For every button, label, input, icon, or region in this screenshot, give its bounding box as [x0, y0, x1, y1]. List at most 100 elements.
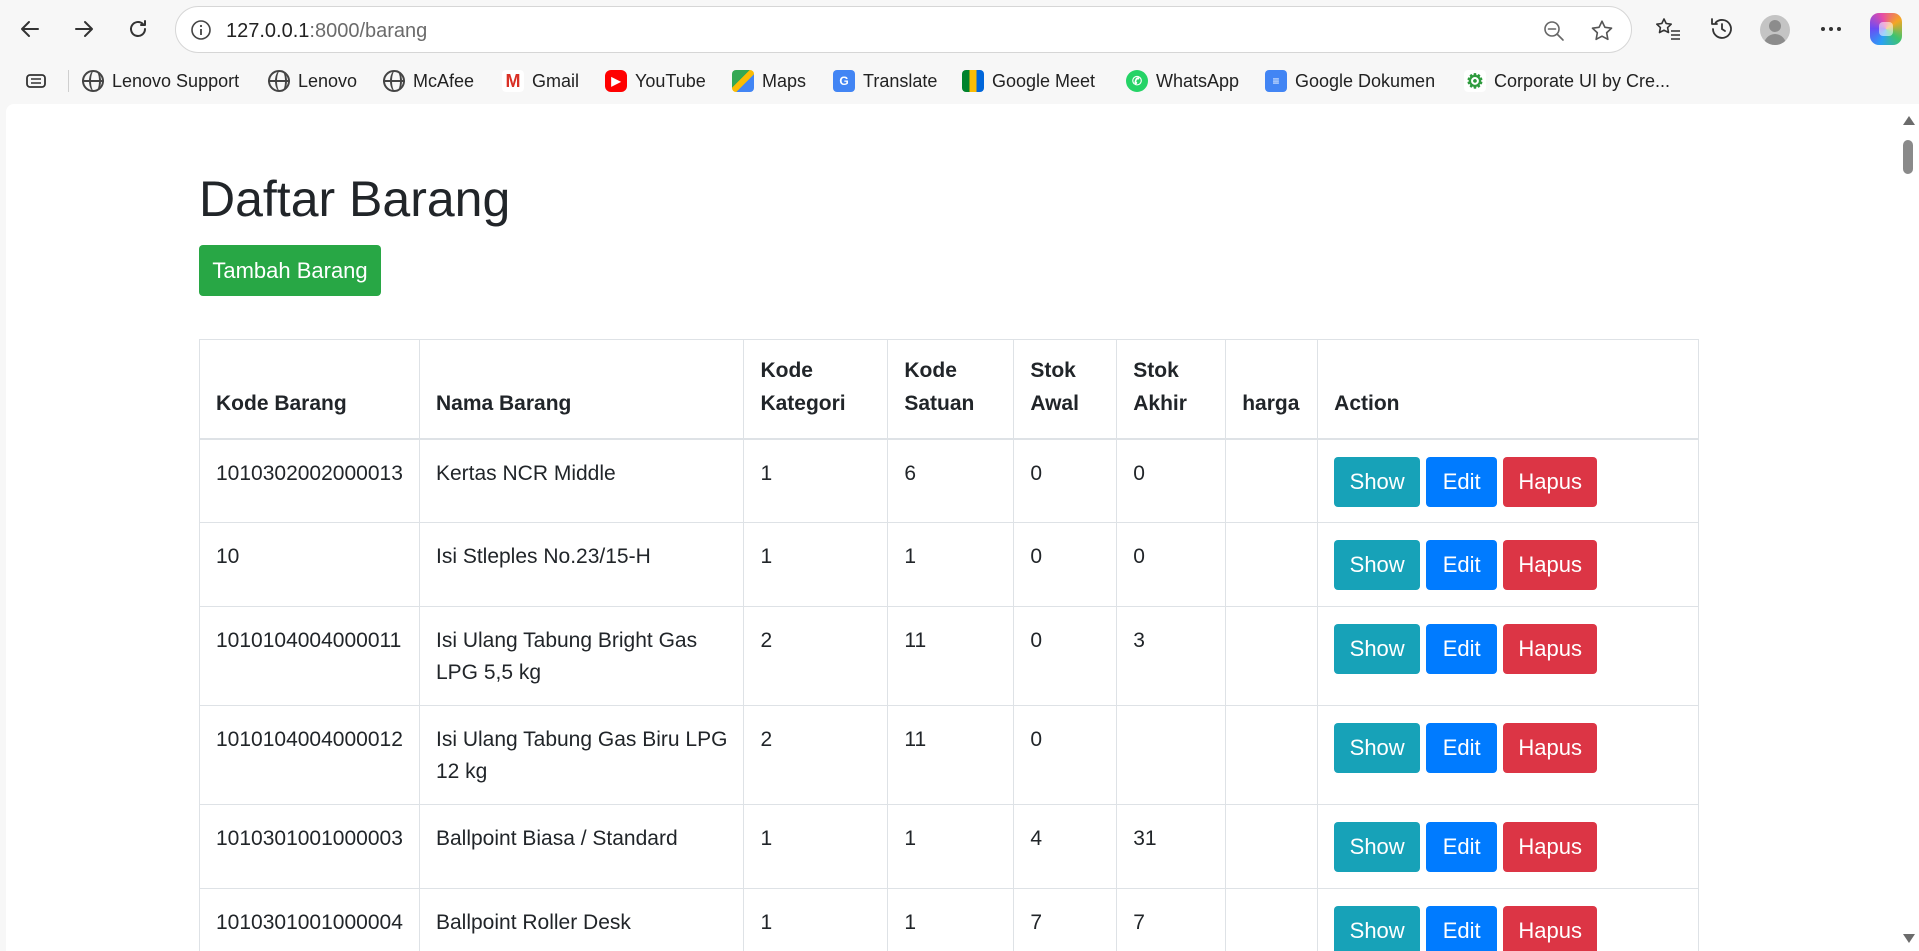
bookmark-label: Corporate UI by Cre... [1494, 70, 1671, 91]
address-bar[interactable]: 127.0.0.1:8000/barang [175, 6, 1632, 53]
cell-kode-satuan: 11 [887, 606, 1015, 706]
bookmark-item[interactable]: Lenovo [268, 68, 357, 94]
tab-actions-button[interactable] [24, 68, 48, 94]
more-menu-button[interactable] [1816, 14, 1846, 44]
cell-nama-barang: Isi Ulang Tabung Bright Gas LPG 5,5 kg [418, 606, 745, 706]
cell-stok-awal: 0 [1013, 606, 1118, 706]
info-icon[interactable] [190, 19, 212, 41]
show-button[interactable]: Show [1334, 723, 1421, 773]
table-row: 1010301001000004 Ballpoint Roller Desk 1 1 7… [199, 888, 1699, 951]
row-actions: Show Edit Hapus [1334, 822, 1682, 872]
browser-toolbar: 127.0.0.1:8000/barang [0, 0, 1919, 60]
bookmark-item[interactable]: ✆ WhatsApp [1126, 68, 1239, 94]
edit-button[interactable]: Edit [1426, 540, 1498, 590]
gear-icon: ⚙ [1464, 70, 1486, 93]
row-actions: Show Edit Hapus [1334, 723, 1682, 773]
edit-button[interactable]: Edit [1426, 906, 1498, 951]
row-actions: Show Edit Hapus [1334, 540, 1682, 590]
favorites-button[interactable] [1653, 14, 1683, 44]
cell-stok-awal: 4 [1013, 804, 1118, 889]
edit-button[interactable]: Edit [1426, 822, 1498, 872]
bookmark-label: Translate [863, 70, 938, 91]
cell-kode-barang: 1010104004000011 [199, 606, 420, 706]
cell-stok-awal: 7 [1013, 888, 1118, 951]
url-text[interactable]: 127.0.0.1:8000/barang [226, 20, 427, 43]
bookmark-label: Google Meet [992, 70, 1096, 91]
edit-button[interactable]: Edit [1426, 456, 1498, 507]
edit-button[interactable]: Edit [1426, 624, 1498, 674]
bookmark-label: Gmail [532, 70, 580, 91]
cell-stok-awal: 0 [1013, 705, 1118, 805]
scroll-down-arrow-icon[interactable] [1903, 934, 1915, 943]
profile-avatar[interactable] [1760, 15, 1790, 45]
bookmark-item[interactable]: ▶ YouTube [605, 68, 706, 94]
delete-button[interactable]: Hapus [1503, 624, 1598, 674]
header-harga: harga [1225, 339, 1319, 440]
history-button[interactable] [1707, 14, 1737, 44]
cell-nama-barang: Isi Ulang Tabung Gas Biru LPG 12 kg [418, 705, 745, 805]
bookmark-item[interactable]: Maps [732, 68, 806, 94]
cell-stok-akhir: 3 [1116, 606, 1227, 706]
bookmarks-divider [68, 70, 69, 92]
delete-button[interactable]: Hapus [1503, 822, 1598, 872]
whatsapp-icon: ✆ [1126, 70, 1148, 92]
show-button[interactable]: Show [1334, 906, 1421, 951]
cell-stok-akhir: 0 [1116, 522, 1227, 607]
bookmark-item[interactable]: ≡ Google Dokumen [1265, 68, 1435, 94]
web-page: Daftar Barang Tambah Barang Kode Barang … [6, 104, 1897, 951]
arrow-left-icon [21, 21, 39, 37]
bookmark-label: Maps [762, 70, 807, 91]
cell-harga [1225, 705, 1319, 805]
refresh-button[interactable] [120, 11, 156, 47]
delete-button[interactable]: Hapus [1503, 906, 1598, 951]
cell-harga [1225, 606, 1319, 706]
forward-button[interactable] [66, 11, 102, 47]
gmail-icon: M [502, 70, 524, 92]
cell-kode-satuan: 1 [887, 522, 1015, 607]
tabs-icon [26, 74, 46, 88]
scroll-up-arrow-icon[interactable] [1903, 116, 1915, 125]
cell-nama-barang: Isi Stleples No.23/15-H [418, 522, 745, 607]
back-button[interactable] [12, 11, 48, 47]
cell-action: Show Edit Hapus [1317, 804, 1699, 889]
cell-kode-kategori: 1 [743, 888, 889, 951]
bookmarks-bar: Lenovo Support Lenovo McAfee M Gmail ▶ YouTube… [0, 60, 1919, 102]
edit-button[interactable]: Edit [1426, 723, 1498, 773]
table-row: 1010301001000003 Ballpoint Biasa / Standa… [199, 804, 1699, 889]
url-host: 127.0.0.1 [226, 20, 310, 42]
header-kode-kategori: Kode Kategori [743, 339, 889, 440]
delete-button[interactable]: Hapus [1503, 540, 1598, 590]
favorite-star-icon[interactable] [1589, 18, 1615, 44]
show-button[interactable]: Show [1334, 456, 1421, 507]
add-item-button[interactable]: Tambah Barang [199, 245, 381, 296]
page-title: Daftar Barang [199, 171, 511, 227]
globe-icon [268, 70, 290, 92]
delete-button[interactable]: Hapus [1503, 456, 1598, 507]
maps-icon [732, 70, 754, 92]
bookmark-item[interactable]: ⚙ Corporate UI by Cre... [1464, 68, 1670, 94]
cell-kode-barang: 1010302002000013 [199, 438, 420, 523]
cell-stok-awal: 0 [1013, 438, 1118, 523]
show-button[interactable]: Show [1334, 822, 1421, 872]
delete-button[interactable]: Hapus [1503, 723, 1598, 773]
bookmark-item[interactable]: Google Meet [962, 68, 1095, 94]
copilot-icon[interactable] [1870, 13, 1902, 45]
bookmark-item[interactable]: G Translate [833, 68, 937, 94]
bookmark-label: Google Dokumen [1295, 70, 1436, 91]
youtube-icon: ▶ [605, 70, 627, 92]
more-dots-icon [1821, 27, 1841, 31]
cell-stok-akhir [1116, 705, 1227, 805]
zoom-out-icon[interactable] [1542, 19, 1566, 43]
header-action: Action [1317, 339, 1699, 440]
show-button[interactable]: Show [1334, 624, 1421, 674]
bookmark-label: Lenovo [298, 70, 358, 91]
cell-harga [1225, 522, 1319, 607]
cell-kode-barang: 1010301001000003 [199, 804, 420, 889]
bookmark-item[interactable]: M Gmail [502, 68, 579, 94]
show-button[interactable]: Show [1334, 540, 1421, 590]
bookmark-item[interactable]: Lenovo Support [82, 68, 239, 94]
bookmark-item[interactable]: McAfee [383, 68, 474, 94]
vertical-scrollbar[interactable] [1897, 104, 1919, 951]
scroll-thumb[interactable] [1903, 140, 1913, 174]
header-kode-barang: Kode Barang [199, 339, 420, 440]
